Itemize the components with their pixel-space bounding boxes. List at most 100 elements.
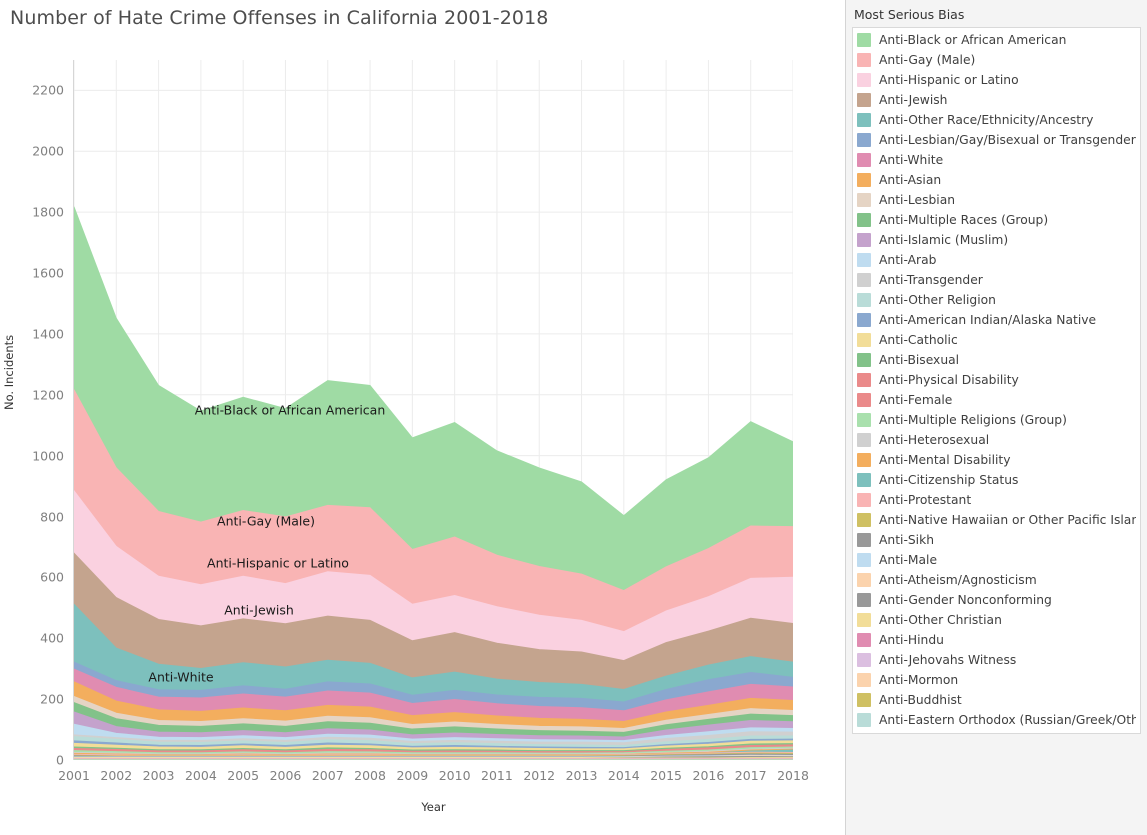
legend-item[interactable]: Anti-Native Hawaiian or Other Pacific Is… xyxy=(853,510,1140,530)
legend-swatch-icon xyxy=(857,153,871,167)
legend-item[interactable]: Anti-Buddhist xyxy=(853,690,1140,710)
plot-area[interactable]: Anti-Black or African American Anti-Gay (… xyxy=(74,60,793,760)
legend-swatch-icon xyxy=(857,533,871,547)
legend-item[interactable]: Anti-American Indian/Alaska Native xyxy=(853,310,1140,330)
legend-swatch-icon xyxy=(857,333,871,347)
legend-item-label: Anti-Sikh xyxy=(879,533,935,547)
legend-item-label: Anti-Lesbian xyxy=(879,193,956,207)
legend-item[interactable]: Anti-Catholic xyxy=(853,330,1140,350)
legend-item[interactable]: Anti-Other Christian xyxy=(853,610,1140,630)
legend-item[interactable]: Anti-Lesbian xyxy=(853,190,1140,210)
legend-item-label: Anti-Male xyxy=(879,553,938,567)
x-tick-label: 2006 xyxy=(269,768,302,783)
legend-item[interactable]: Anti-Female xyxy=(853,390,1140,410)
legend-item[interactable]: Anti-Other Race/Ethnicity/Ancestry xyxy=(853,110,1140,130)
legend-item[interactable]: Anti-Heterosexual xyxy=(853,430,1140,450)
legend-item[interactable]: Anti-Protestant xyxy=(853,490,1140,510)
legend-item-label: Anti-Atheism/Agnosticism xyxy=(879,573,1037,587)
legend-item[interactable]: Anti-Jewish xyxy=(853,90,1140,110)
legend-item[interactable]: Anti-Atheism/Agnosticism xyxy=(853,570,1140,590)
legend-item-label: Anti-Jewish xyxy=(879,93,948,107)
x-axis: 2001 2002 2003 2004 2005 2006 2007 2008 2009 2010… xyxy=(58,762,809,786)
legend-item[interactable]: Anti-Gender Nonconforming xyxy=(853,590,1140,610)
y-tick-label: 1000 xyxy=(32,448,64,464)
legend-item[interactable]: Anti-Multiple Religions (Group) xyxy=(853,410,1140,430)
legend-list: Anti-Black or African American Anti-Gay (… xyxy=(852,27,1141,734)
legend-swatch-icon xyxy=(857,453,871,467)
x-tick-label: 2015 xyxy=(650,768,683,783)
legend-item[interactable]: Anti-Bisexual xyxy=(853,350,1140,370)
legend-item[interactable]: Anti-Islamic (Muslim) xyxy=(853,230,1140,250)
x-axis-title: Year xyxy=(421,800,446,814)
legend-swatch-icon xyxy=(857,33,871,47)
legend-swatch-icon xyxy=(857,513,871,527)
legend-swatch-icon xyxy=(857,373,871,387)
y-tick-label: 1200 xyxy=(32,387,64,403)
legend-item[interactable]: Anti-Citizenship Status xyxy=(853,470,1140,490)
legend-swatch-icon xyxy=(857,653,871,667)
legend-item-label: Anti-Citizenship Status xyxy=(879,473,1019,487)
legend-swatch-icon xyxy=(857,553,871,567)
y-tick-label: 2000 xyxy=(32,143,64,159)
y-axis-title: No. Incidents xyxy=(2,334,16,410)
legend-swatch-icon xyxy=(857,413,871,427)
legend-swatch-icon xyxy=(857,613,871,627)
x-tick-label: 2003 xyxy=(142,768,175,783)
legend-title: Most Serious Bias xyxy=(854,7,965,22)
legend-item[interactable]: Anti-Physical Disability xyxy=(853,370,1140,390)
legend-item-label: Anti-White xyxy=(879,153,944,167)
legend-swatch-icon xyxy=(857,393,871,407)
y-tick-label: 1400 xyxy=(32,326,64,342)
legend-item[interactable]: Anti-Hindu xyxy=(853,630,1140,650)
legend-item[interactable]: Anti-Transgender xyxy=(853,270,1140,290)
legend-item-label: Anti-Multiple Religions (Group) xyxy=(879,413,1067,427)
legend-item-label: Anti-Bisexual xyxy=(879,353,960,367)
y-tick-label: 200 xyxy=(40,691,64,707)
legend-item-label: Anti-Gender Nonconforming xyxy=(879,593,1052,607)
legend-item[interactable]: Anti-Asian xyxy=(853,170,1140,190)
legend-swatch-icon xyxy=(857,713,871,727)
legend-item-label: Anti-Islamic (Muslim) xyxy=(879,233,1009,247)
legend-item-label: Anti-Catholic xyxy=(879,333,958,347)
y-tick-label: 800 xyxy=(40,509,64,525)
legend-item-label: Anti-Asian xyxy=(879,173,942,187)
legend-swatch-icon xyxy=(857,633,871,647)
x-tick-label: 2008 xyxy=(354,768,386,783)
legend-swatch-icon xyxy=(857,673,871,687)
legend-item[interactable]: Anti-Mental Disability xyxy=(853,450,1140,470)
legend-swatch-icon xyxy=(857,593,871,607)
legend-swatch-icon xyxy=(857,53,871,67)
y-tick-label: 400 xyxy=(40,630,64,646)
legend-swatch-icon xyxy=(857,573,871,587)
legend-item[interactable]: Anti-White xyxy=(853,150,1140,170)
legend-item[interactable]: Anti-Eastern Orthodox (Russian/Greek/Oth… xyxy=(853,710,1140,730)
legend-item-label: Anti-Native Hawaiian or Other Pacific Is… xyxy=(879,513,1136,527)
legend-item-label: Anti-Other Christian xyxy=(879,613,1002,627)
x-tick-label: 2007 xyxy=(311,768,344,783)
legend-item[interactable]: Anti-Other Religion xyxy=(853,290,1140,310)
legend-swatch-icon xyxy=(857,213,871,227)
legend-item[interactable]: Anti-Male xyxy=(853,550,1140,570)
legend-item[interactable]: Anti-Jehovahs Witness xyxy=(853,650,1140,670)
chart-pane: Number of Hate Crime Offenses in Califor… xyxy=(0,0,838,835)
legend-item[interactable]: Anti-Lesbian/Gay/Bisexual or Transgender… xyxy=(853,130,1140,150)
legend-item-label: Anti-Mental Disability xyxy=(879,453,1011,467)
legend-item[interactable]: Anti-Sikh xyxy=(853,530,1140,550)
visualization-root: Number of Hate Crime Offenses in Califor… xyxy=(0,0,1147,835)
legend-item[interactable]: Anti-Gay (Male) xyxy=(853,50,1140,70)
legend-item[interactable]: Anti-Multiple Races (Group) xyxy=(853,210,1140,230)
legend-item[interactable]: Anti-Black or African American xyxy=(853,30,1140,50)
legend-item[interactable]: Anti-Hispanic or Latino xyxy=(853,70,1140,90)
legend-swatch-icon xyxy=(857,193,871,207)
legend-item-label: Anti-Hispanic or Latino xyxy=(879,73,1019,87)
legend-item-label: Anti-Buddhist xyxy=(879,693,962,707)
legend-swatch-icon xyxy=(857,693,871,707)
legend-item-label: Anti-Other Religion xyxy=(879,293,996,307)
legend-item[interactable]: Anti-Arab xyxy=(853,250,1140,270)
legend-swatch-icon xyxy=(857,73,871,87)
legend-item[interactable]: Anti-Mormon xyxy=(853,670,1140,690)
legend-item-label: Anti-Black or African American xyxy=(879,33,1067,47)
legend-item-label: Anti-Hindu xyxy=(879,633,944,647)
legend-item-label: Anti-Mormon xyxy=(879,673,959,687)
legend-swatch-icon xyxy=(857,133,871,147)
